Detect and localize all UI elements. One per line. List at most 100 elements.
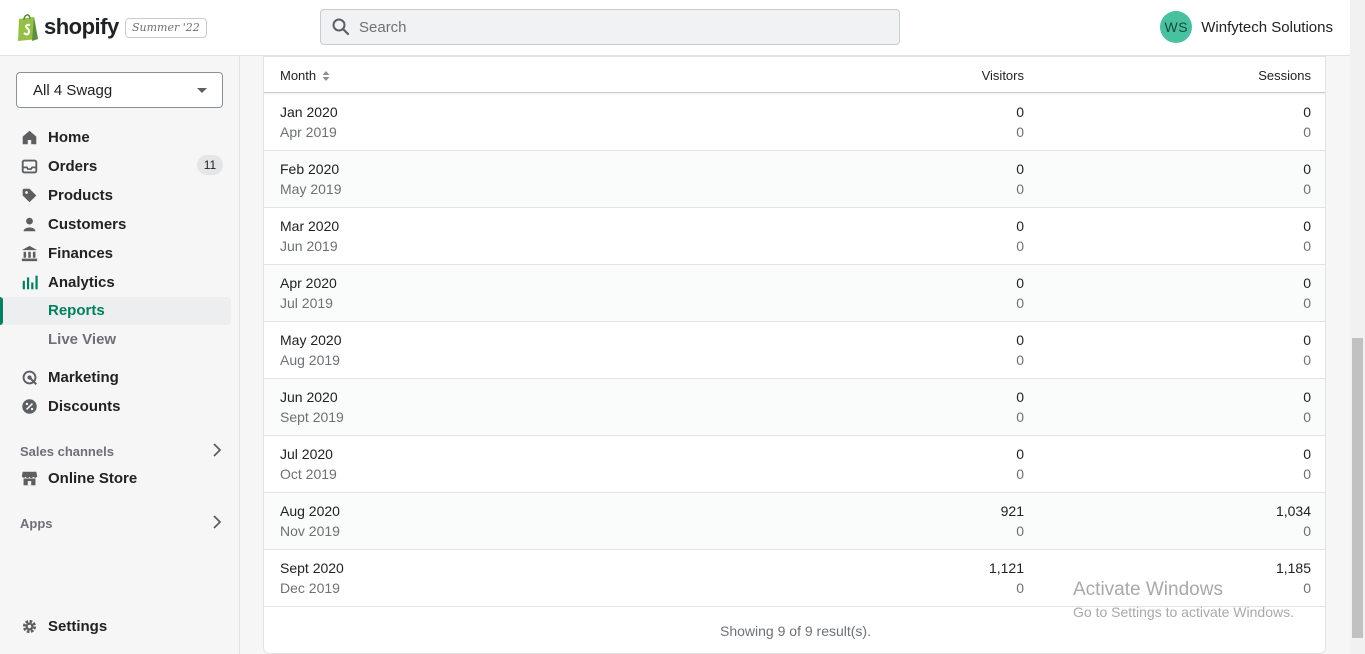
avatar: WS <box>1160 11 1193 43</box>
month-column-header[interactable]: Month <box>280 68 330 83</box>
store-selector[interactable]: All 4 Swagg <box>16 72 223 108</box>
gear-icon <box>22 619 37 634</box>
month-cell: Jan 2020 <box>280 104 338 120</box>
search-input[interactable]: Search <box>320 9 900 45</box>
sidebar-item-label: Orders <box>48 157 98 175</box>
sessions-column-header[interactable]: Sessions <box>1258 68 1311 83</box>
sidebar-item-analytics[interactable]: Analytics <box>0 268 231 296</box>
discount-icon <box>22 399 37 414</box>
comparison-month-cell: Aug 2019 <box>280 352 340 368</box>
results-count: Showing 9 of 9 result(s). <box>720 623 871 639</box>
sessions-cell: 1,034 <box>1275 503 1311 519</box>
watermark-subtitle: Go to Settings to activate Windows. <box>1073 604 1294 620</box>
sessions-cell: 0 <box>1303 332 1311 348</box>
comparison-month-cell: Apr 2019 <box>280 124 337 140</box>
sidebar-item-home[interactable]: Home <box>0 123 231 151</box>
apps-heading[interactable]: Apps <box>20 515 225 531</box>
month-cell: Apr 2020 <box>280 275 337 291</box>
person-icon <box>23 217 36 232</box>
visitors-cell: 921 <box>1000 503 1024 519</box>
comparison-month-cell: Dec 2019 <box>280 580 340 596</box>
scrollbar-thumb[interactable] <box>1352 338 1363 638</box>
sidebar-item-products[interactable]: Products <box>0 181 231 209</box>
windows-activation-watermark: Activate Windows Go to Settings to activ… <box>1073 579 1294 620</box>
sidebar-item-label: Discounts <box>48 397 121 415</box>
page-scrollbar[interactable] <box>1350 0 1365 654</box>
comparison-month-cell: Sept 2019 <box>280 409 344 425</box>
sidebar-item-label: Customers <box>48 215 127 233</box>
table-row: Feb 2020 May 2019 0 0 0 0 <box>264 151 1325 208</box>
visitors-cell: 0 <box>1016 332 1024 348</box>
sidebar-subitem-reports[interactable]: Reports <box>0 297 231 325</box>
comparison-sessions-cell: 0 <box>1303 295 1311 311</box>
comparison-sessions-cell: 0 <box>1303 238 1311 254</box>
chevron-right-icon <box>213 515 222 529</box>
month-cell: Sept 2020 <box>280 560 344 576</box>
sidebar-item-finances[interactable]: Finances <box>0 239 231 267</box>
table-row: Jun 2020 Sept 2019 0 0 0 0 <box>264 379 1325 436</box>
user-menu[interactable]: WS Winfytech Solutions <box>1160 11 1333 43</box>
sessions-cell: 0 <box>1303 218 1311 234</box>
comparison-month-cell: Oct 2019 <box>280 466 337 482</box>
sidebar: All 4 Swagg Home Orders 11 Products Cust… <box>0 56 240 654</box>
sidebar-item-orders[interactable]: Orders 11 <box>0 152 231 180</box>
table-row: Aug 2020 Nov 2019 921 0 1,034 0 <box>264 493 1325 550</box>
sessions-cell: 0 <box>1303 104 1311 120</box>
comparison-sessions-cell: 0 <box>1303 352 1311 368</box>
visitors-cell: 0 <box>1016 389 1024 405</box>
shopify-bag-icon <box>18 14 38 41</box>
sessions-cell: 0 <box>1303 161 1311 177</box>
month-cell: Jul 2020 <box>280 446 333 462</box>
watermark-title: Activate Windows <box>1073 579 1223 600</box>
comparison-visitors-cell: 0 <box>1016 523 1024 539</box>
visitors-cell: 0 <box>1016 446 1024 462</box>
comparison-visitors-cell: 0 <box>1016 409 1024 425</box>
comparison-month-cell: Nov 2019 <box>280 523 340 539</box>
sidebar-item-discounts[interactable]: Discounts <box>0 392 231 420</box>
sessions-cell: 0 <box>1303 275 1311 291</box>
store-name: All 4 Swagg <box>33 81 113 99</box>
comparison-visitors-cell: 0 <box>1016 580 1024 596</box>
visitors-cell: 0 <box>1016 218 1024 234</box>
top-bar: shopify Summer '22 Search WS Winfytech S… <box>0 0 1350 56</box>
visitors-cell: 0 <box>1016 104 1024 120</box>
table-header: Month Visitors Sessions <box>264 57 1325 93</box>
orders-count-badge: 11 <box>197 155 223 175</box>
section-label: Sales channels <box>20 444 114 459</box>
sidebar-item-label: Marketing <box>48 368 119 386</box>
bank-icon <box>21 245 38 262</box>
sidebar-item-label: Home <box>48 128 90 146</box>
comparison-visitors-cell: 0 <box>1016 181 1024 197</box>
user-name: Winfytech Solutions <box>1201 18 1333 36</box>
visitors-cell: 0 <box>1016 275 1024 291</box>
comparison-sessions-cell: 0 <box>1303 466 1311 482</box>
sidebar-item-label: Settings <box>48 617 108 635</box>
chevron-right-icon <box>213 443 222 457</box>
sidebar-item-settings[interactable]: Settings <box>0 612 231 640</box>
comparison-visitors-cell: 0 <box>1016 295 1024 311</box>
comparison-month-cell: Jun 2019 <box>280 238 338 254</box>
sidebar-subitem-live-view[interactable]: Live View <box>0 326 231 354</box>
month-cell: Mar 2020 <box>280 218 340 234</box>
shopify-logo[interactable]: shopify <box>16 12 119 42</box>
sidebar-item-online-store[interactable]: Online Store <box>0 464 231 492</box>
sidebar-item-marketing[interactable]: Marketing <box>0 363 231 391</box>
sidebar-item-customers[interactable]: Customers <box>0 210 231 238</box>
tag-icon <box>22 188 37 203</box>
caret-down-icon <box>197 88 207 93</box>
table-row: Apr 2020 Jul 2019 0 0 0 0 <box>264 265 1325 322</box>
visitors-column-header[interactable]: Visitors <box>982 68 1024 83</box>
store-icon <box>21 471 38 486</box>
table-row: May 2020 Aug 2019 0 0 0 0 <box>264 322 1325 379</box>
comparison-sessions-cell: 0 <box>1303 181 1311 197</box>
comparison-sessions-cell: 0 <box>1303 409 1311 425</box>
sessions-cell: 0 <box>1303 446 1311 462</box>
month-cell: Jun 2020 <box>280 389 338 405</box>
comparison-visitors-cell: 0 <box>1016 352 1024 368</box>
sidebar-item-label: Live View <box>48 331 117 348</box>
sales-channels-heading[interactable]: Sales channels <box>20 443 225 459</box>
comparison-month-cell: May 2019 <box>280 181 342 197</box>
comparison-visitors-cell: 0 <box>1016 124 1024 140</box>
visitors-cell: 0 <box>1016 161 1024 177</box>
month-cell: Feb 2020 <box>280 161 340 177</box>
